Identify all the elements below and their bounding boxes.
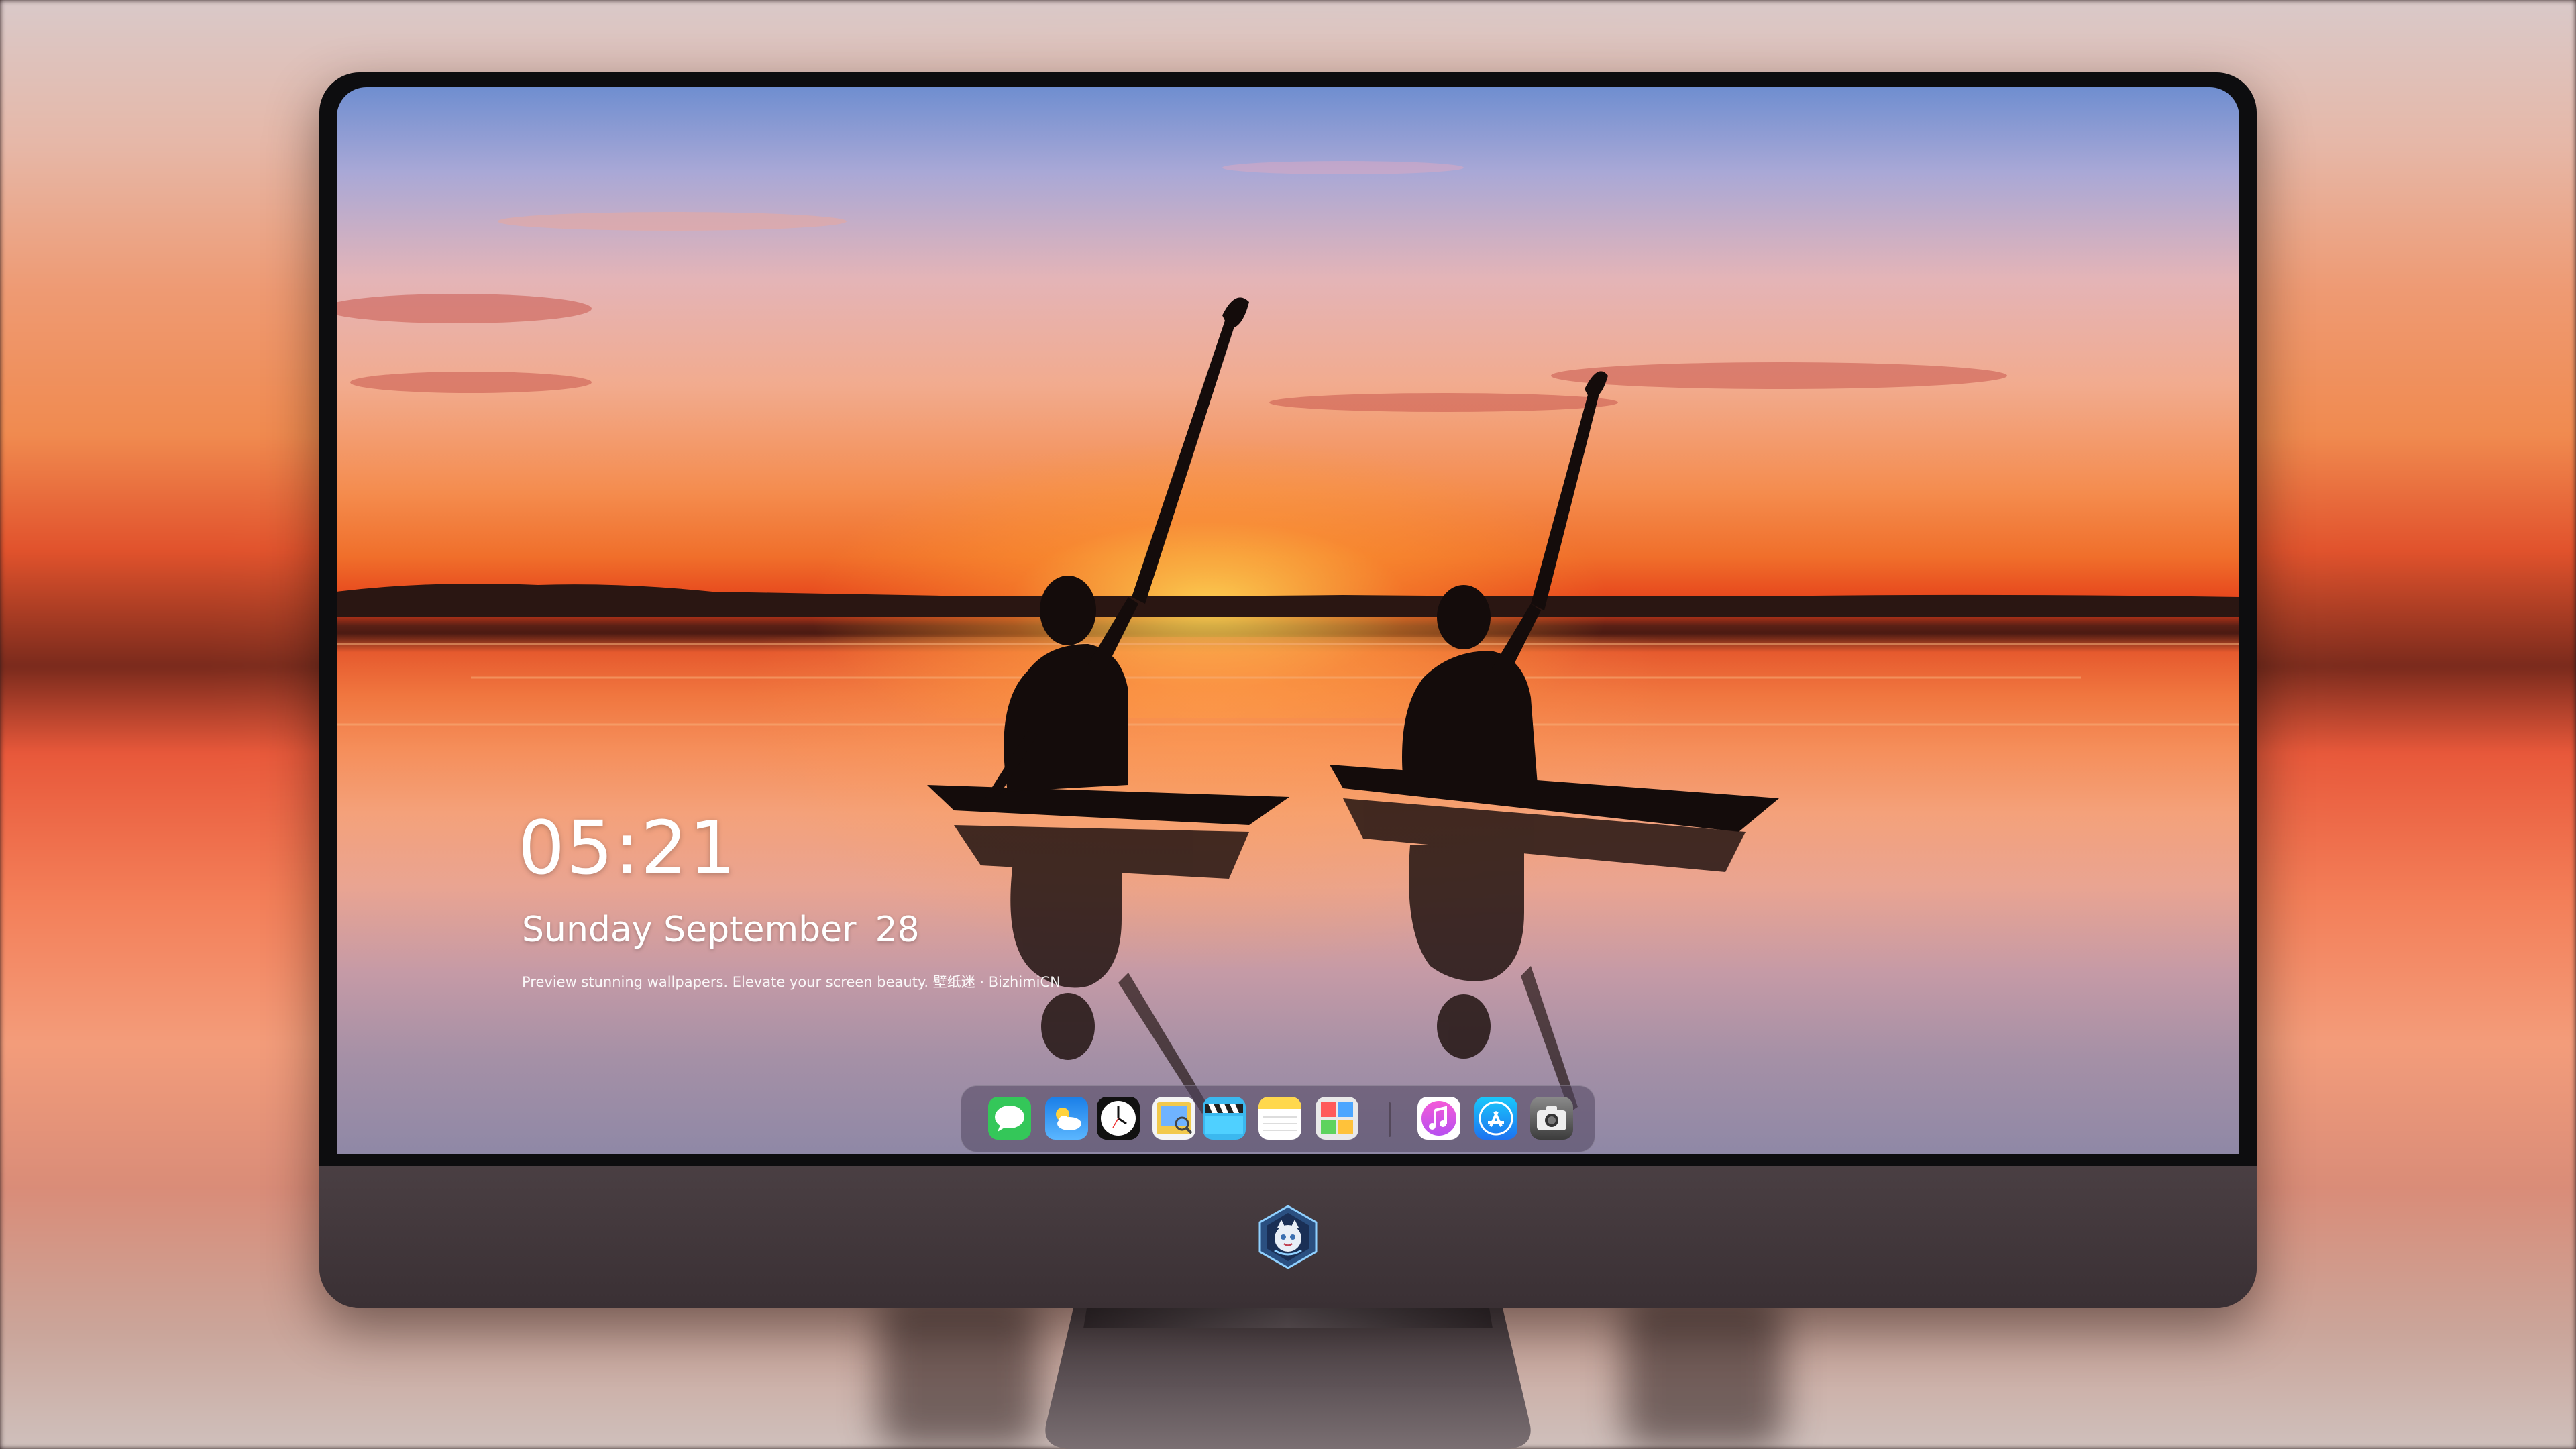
clock-time: 05:21 (518, 805, 738, 891)
preview-icon[interactable] (1152, 1097, 1195, 1140)
desktop-screen: 05:21 Sunday September 28 Preview stunnin… (337, 87, 2239, 1154)
weather-icon[interactable] (1045, 1097, 1088, 1140)
wallpaper-tagline: Preview stunning wallpapers. Elevate you… (522, 974, 1061, 990)
wallpaper-kayakers (337, 161, 2239, 1114)
mascot-logo-icon (1258, 1205, 1318, 1269)
clock-month: September (663, 910, 857, 950)
monitor-stand (1045, 1308, 1531, 1449)
dock-divider (1389, 1102, 1391, 1137)
messages-icon[interactable] (988, 1097, 1031, 1140)
camera-icon[interactable] (1530, 1097, 1573, 1140)
clock-icon[interactable] (1097, 1097, 1140, 1140)
backdrop-shadow-right (1623, 1295, 1784, 1449)
app-store-icon[interactable] (1474, 1097, 1517, 1140)
clock-date: Sunday September 28 (522, 910, 920, 950)
itunes-icon[interactable] (1417, 1097, 1460, 1140)
notes-icon[interactable] (1258, 1097, 1301, 1140)
monitor: 05:21 Sunday September 28 Preview stunnin… (319, 72, 2257, 1308)
dock (961, 1085, 1595, 1152)
clock-day: 28 (875, 910, 920, 950)
clock-weekday: Sunday (522, 910, 653, 950)
clips-icon[interactable] (1203, 1097, 1246, 1140)
photo-booth-icon[interactable] (1316, 1097, 1358, 1140)
